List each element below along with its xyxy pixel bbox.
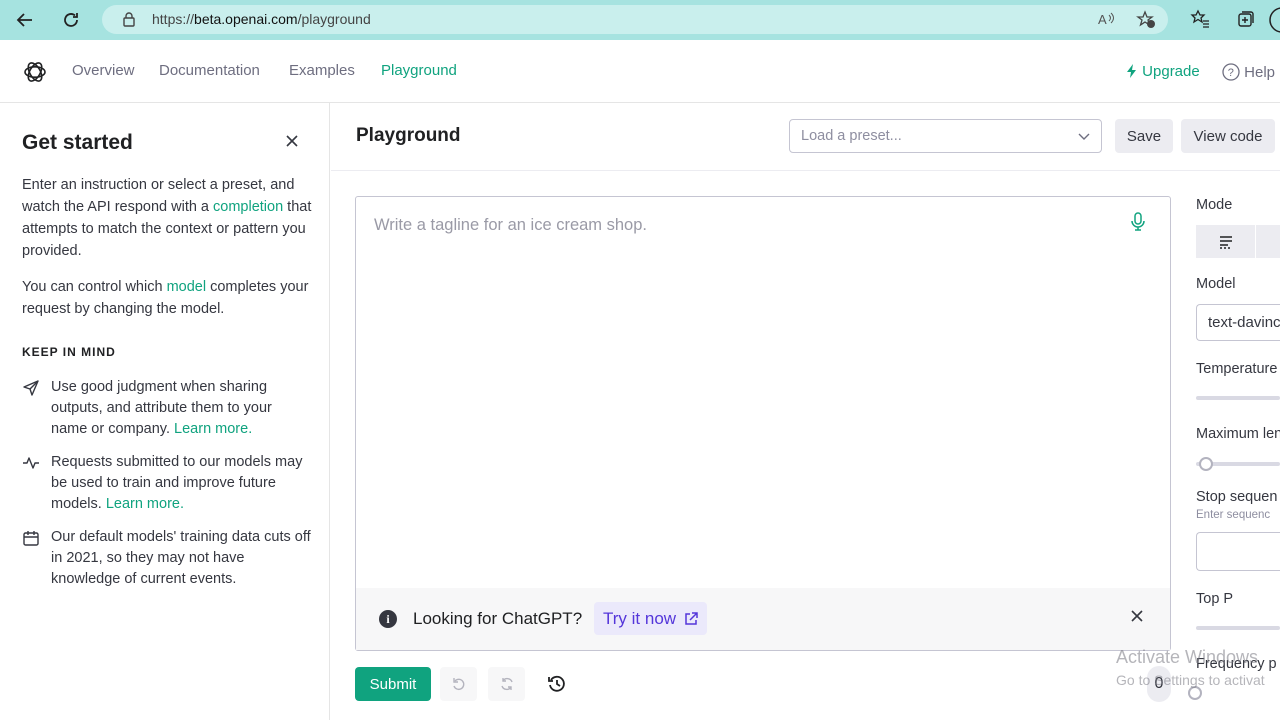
- external-link-icon: [685, 611, 698, 625]
- browser-toolbar: https://beta.openai.com/playground A: [0, 0, 1280, 40]
- tip-text: Requests submitted to our models may be …: [51, 452, 311, 515]
- try-it-now-label: Try it now: [603, 608, 677, 628]
- prompt-placeholder: Write a tagline for an ice cream shop.: [374, 216, 647, 234]
- keep-in-mind-heading: KEEP IN MIND: [22, 345, 116, 359]
- control-text: You can control which: [22, 279, 167, 295]
- activity-icon: [23, 457, 39, 469]
- info-icon: i: [379, 610, 397, 628]
- undo-button[interactable]: [440, 667, 477, 701]
- close-icon[interactable]: [1130, 609, 1144, 623]
- refresh-button[interactable]: [60, 9, 82, 31]
- model-select[interactable]: text-davinci: [1196, 304, 1280, 341]
- preset-placeholder: Load a preset...: [801, 128, 902, 144]
- refresh-icon: [64, 13, 78, 27]
- model-value: text-davinci: [1208, 314, 1280, 331]
- stop-sequences-input[interactable]: [1196, 532, 1280, 571]
- microphone-icon[interactable]: [1130, 212, 1146, 232]
- history-button[interactable]: [540, 667, 574, 701]
- stop-sequences-hint: Enter sequenc: [1196, 509, 1271, 521]
- model-link[interactable]: model: [167, 279, 207, 295]
- profile-icon[interactable]: [1268, 6, 1280, 34]
- top-p-slider[interactable]: [1196, 626, 1280, 630]
- slider-handle[interactable]: [1199, 457, 1213, 471]
- temperature-label: Temperature: [1196, 361, 1278, 377]
- model-label: Model: [1196, 276, 1236, 292]
- load-preset-select[interactable]: Load a preset...: [789, 119, 1102, 153]
- slider-handle[interactable]: [1188, 686, 1202, 700]
- favorites-icon[interactable]: [1190, 9, 1210, 29]
- intro-paragraph: Enter an instruction or select a preset,…: [22, 174, 312, 262]
- read-aloud-icon[interactable]: A: [1098, 11, 1116, 27]
- arrow-left-icon: [16, 13, 32, 27]
- mode-complete-option[interactable]: [1196, 225, 1256, 258]
- view-code-button[interactable]: View code: [1181, 119, 1275, 153]
- page-title: Playground: [356, 125, 461, 146]
- history-icon: [548, 675, 565, 692]
- calendar-icon: [23, 531, 39, 546]
- top-navigation: Overview Documentation Examples Playgrou…: [0, 40, 1280, 103]
- activation-watermark-sub: Go to Settings to activat: [1116, 672, 1265, 688]
- svg-text:?: ?: [1228, 67, 1234, 79]
- chevron-down-icon: [1078, 133, 1090, 140]
- help-circle-icon: ?: [1222, 63, 1240, 81]
- close-icon[interactable]: [284, 133, 300, 149]
- mode-label: Mode: [1196, 197, 1233, 213]
- nav-playground[interactable]: Playground: [381, 62, 457, 79]
- help-link[interactable]: ? Help: [1222, 63, 1275, 81]
- get-started-panel: Get started Enter an instruction or sele…: [0, 103, 330, 720]
- tip-text: Our default models' training data cuts o…: [51, 529, 311, 587]
- model-paragraph: You can control which model completes yo…: [22, 276, 312, 320]
- back-button[interactable]: [14, 9, 36, 31]
- nav-documentation[interactable]: Documentation: [159, 62, 260, 79]
- learn-more-link[interactable]: Learn more.: [106, 496, 184, 512]
- temperature-slider[interactable]: [1196, 396, 1280, 400]
- banner-text: Looking for ChatGPT?: [413, 609, 583, 628]
- openai-logo-icon[interactable]: [22, 59, 48, 85]
- completion-link[interactable]: completion: [213, 199, 283, 215]
- try-it-now-link[interactable]: Try it now: [594, 602, 708, 635]
- panel-title: Get started: [22, 131, 133, 154]
- url-text: https://beta.openai.com/playground: [152, 11, 371, 27]
- help-label: Help: [1244, 64, 1276, 81]
- top-p-label: Top P: [1196, 591, 1234, 607]
- activation-watermark: Activate Windows: [1116, 647, 1259, 667]
- prompt-editor[interactable]: Write a tagline for an ice cream shop. i…: [355, 196, 1171, 651]
- upgrade-label: Upgrade: [1142, 63, 1200, 80]
- address-bar[interactable]: https://beta.openai.com/playground A: [102, 5, 1168, 34]
- regenerate-button[interactable]: [488, 667, 525, 701]
- text-lines-icon: [1219, 235, 1232, 249]
- max-length-label: Maximum len: [1196, 426, 1280, 442]
- upgrade-link[interactable]: Upgrade: [1126, 63, 1200, 80]
- save-button[interactable]: Save: [1115, 119, 1173, 153]
- send-icon: [23, 380, 39, 396]
- lightning-icon: [1127, 64, 1136, 78]
- nav-overview[interactable]: Overview: [72, 62, 135, 79]
- svg-text:A: A: [1098, 12, 1107, 27]
- chatgpt-banner: i Looking for ChatGPT? Try it now: [356, 588, 1170, 650]
- favorite-star-icon[interactable]: [1136, 10, 1156, 30]
- nav-examples[interactable]: Examples: [289, 62, 355, 79]
- submit-button[interactable]: Submit: [355, 667, 431, 701]
- undo-icon: [452, 678, 464, 691]
- lock-icon: [123, 12, 135, 27]
- tip-text: Use good judgment when sharing outputs, …: [51, 377, 311, 440]
- divider: [331, 170, 1280, 171]
- learn-more-link[interactable]: Learn more.: [174, 421, 252, 437]
- regenerate-icon: [500, 677, 513, 691]
- mode-selector[interactable]: [1196, 225, 1280, 258]
- stop-sequences-label: Stop sequen: [1196, 489, 1278, 505]
- collections-icon[interactable]: [1236, 9, 1256, 29]
